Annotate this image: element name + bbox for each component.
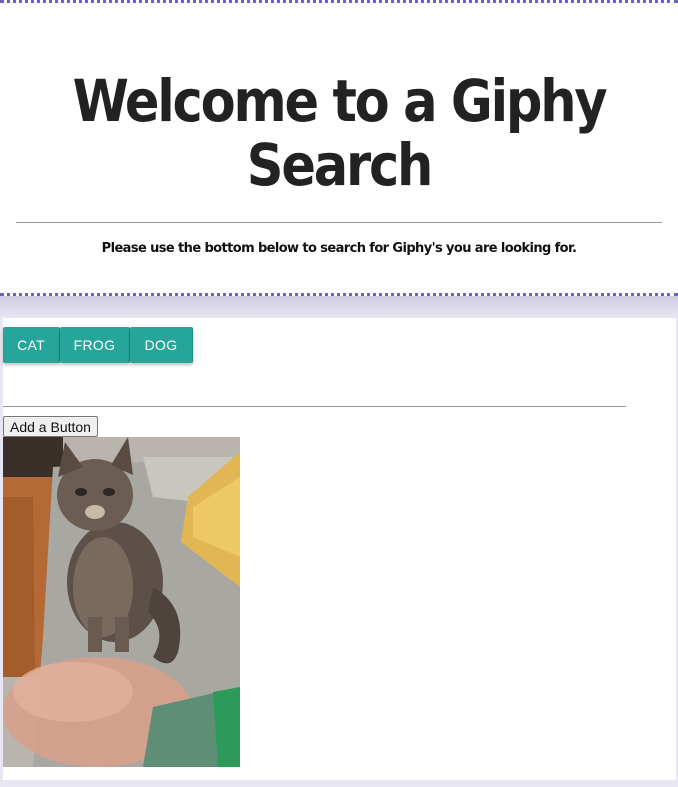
add-button[interactable]: Add a Button: [3, 416, 98, 437]
cat-gif-illustration: [3, 437, 240, 767]
topic-button-dog[interactable]: DOG: [130, 327, 193, 363]
cat-gif-image[interactable]: [3, 437, 240, 767]
page-title: Welcome to a Giphy Search: [72, 67, 608, 199]
main-panel: CAT FROG DOG Add a Button: [3, 318, 676, 780]
header: Welcome to a Giphy Search Please use the…: [0, 0, 678, 296]
header-shadow: [0, 296, 678, 318]
panel-divider: [3, 406, 626, 407]
header-divider: [16, 222, 662, 223]
page-subtitle: Please use the bottom below to search fo…: [101, 241, 577, 256]
topic-button-row: CAT FROG DOG: [3, 327, 193, 363]
topic-button-cat[interactable]: CAT: [3, 327, 60, 363]
topic-button-frog[interactable]: FROG: [60, 327, 130, 363]
